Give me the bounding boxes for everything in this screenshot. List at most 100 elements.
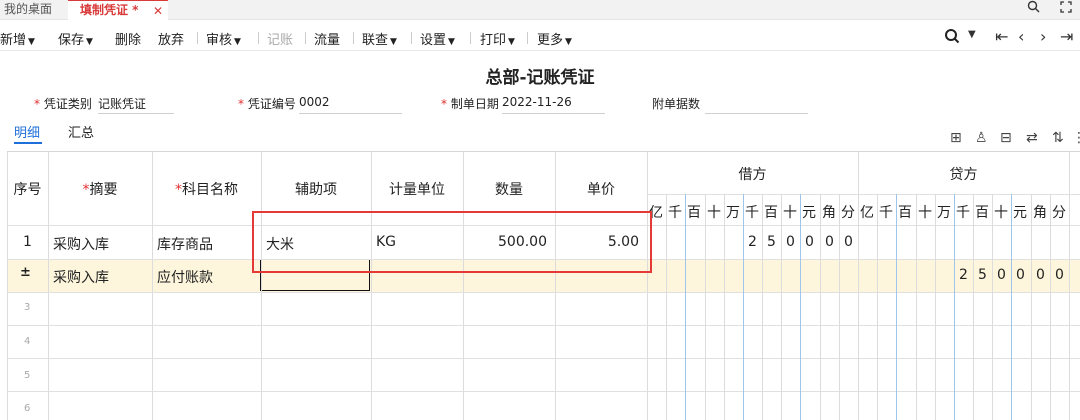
voucher-title: 总部-记账凭证: [485, 68, 595, 88]
row2-account[interactable]: 应付账款: [157, 267, 213, 287]
row1-debit-digit: 0: [786, 234, 795, 250]
more-label: 更多: [537, 33, 564, 48]
tab-detail[interactable]: 明细: [14, 122, 40, 141]
row2-insert-icon[interactable]: ±: [20, 265, 31, 280]
layout-icon[interactable]: ⊟: [1000, 130, 1012, 146]
more-icon[interactable]: ⋮: [1072, 130, 1080, 146]
credit-digit-unit: 百: [975, 205, 989, 221]
post-button[interactable]: 记账: [267, 29, 293, 48]
add-button[interactable]: 新增 ▼: [0, 29, 35, 48]
divider: [305, 32, 306, 44]
row3-seq: 3: [24, 302, 31, 313]
chevron-down-icon: ▼: [390, 37, 397, 47]
date-label: * 制单日期: [441, 97, 499, 111]
next-page-icon[interactable]: ›: [1040, 27, 1046, 46]
grid-column-line: [647, 152, 648, 420]
prev-page-icon[interactable]: ‹: [1018, 27, 1024, 46]
print-button[interactable]: 打印 ▼: [480, 29, 515, 48]
category-select[interactable]: 记账凭证: [98, 95, 174, 114]
window-icons: [1011, 0, 1072, 17]
flow-button[interactable]: 流量: [314, 29, 340, 48]
transfer-icon[interactable]: ⇄: [1026, 130, 1038, 146]
insert-row-icon[interactable]: ⊞: [950, 130, 962, 146]
credit-digit-unit: 万: [937, 205, 951, 221]
col-account: *科目名称: [175, 182, 238, 198]
query-button[interactable]: 联查 ▼: [362, 29, 397, 48]
category-label: * 凭证类别: [34, 97, 92, 111]
tab-strip: 我的桌面 填制凭证 * ✕: [0, 0, 1080, 21]
col-aux: 辅助项: [295, 182, 337, 198]
credit-digit-unit: 十: [918, 205, 932, 221]
tab-summary[interactable]: 汇总: [68, 122, 94, 141]
digit-divider: [839, 194, 840, 420]
digit-divider: [877, 194, 878, 420]
user-icon[interactable]: ♙: [975, 130, 988, 146]
row1-account[interactable]: 库存商品: [157, 234, 213, 254]
more-button[interactable]: 更多 ▼: [537, 29, 572, 48]
last-page-icon[interactable]: ⇥: [1060, 27, 1073, 46]
credit-digit-unit: 亿: [860, 205, 874, 221]
row1-debit-digit: 5: [767, 234, 776, 250]
row1-summary[interactable]: 采购入库: [53, 234, 109, 254]
col-summary: *摘要: [82, 182, 118, 198]
settings-button[interactable]: 设置 ▼: [420, 29, 455, 48]
divider: [470, 32, 471, 44]
tab-my-desktop[interactable]: 我的桌面: [4, 0, 52, 19]
attachments-field[interactable]: [705, 95, 808, 114]
col-account-label: 科目名称: [182, 182, 238, 198]
grid-column-line: [1069, 152, 1070, 420]
row6-seq: 6: [24, 403, 31, 414]
grid-row-line: [7, 391, 1080, 392]
row5-seq: 5: [24, 370, 31, 381]
digit-divider: [935, 194, 936, 420]
debit-digit-unit: 百: [687, 205, 701, 221]
chevron-down-icon: ▼: [28, 37, 35, 47]
save-button[interactable]: 保存 ▼: [58, 29, 93, 48]
digit-divider: [820, 194, 821, 420]
chevron-down-icon[interactable]: ▼: [968, 29, 976, 40]
digit-divider: [954, 194, 955, 420]
col-qty: 数量: [495, 182, 523, 198]
credit-digit-unit: 角: [1033, 205, 1047, 221]
discard-button[interactable]: 放弃: [158, 29, 184, 48]
close-icon[interactable]: ✕: [153, 2, 163, 20]
grid-row-line: [7, 292, 1080, 293]
attachments-label: 附单据数: [652, 97, 701, 111]
row1-seq: 1: [23, 234, 32, 250]
fullscreen-icon[interactable]: [1060, 1, 1072, 17]
digit-divider: [705, 194, 706, 420]
first-page-icon[interactable]: ⇤: [995, 27, 1008, 46]
tab-fill-voucher[interactable]: 填制凭证 * ✕: [68, 0, 168, 21]
search-voucher-icon[interactable]: [944, 28, 960, 48]
digit-divider: [1011, 194, 1012, 420]
search-icon[interactable]: [1027, 0, 1040, 17]
delete-button[interactable]: 删除: [115, 29, 141, 48]
query-label: 联查: [362, 33, 389, 48]
split-icon[interactable]: ⇅: [1052, 130, 1064, 146]
grid-row-line: [7, 325, 1080, 326]
row4-seq: 4: [24, 336, 31, 347]
col-unit: 计量单位: [389, 182, 445, 198]
credit-digit-unit: 十: [994, 205, 1008, 221]
chevron-down-icon: ▼: [234, 37, 241, 47]
row2-credit-digit: 5: [978, 267, 987, 283]
number-field[interactable]: 0002: [299, 95, 402, 114]
grid-row-line: [647, 194, 1080, 195]
highlight-annotation-box: [252, 211, 652, 273]
debit-digit-unit: 十: [783, 205, 797, 221]
digit-divider: [762, 194, 763, 420]
debit-digit-unit: 十: [707, 205, 721, 221]
row1-debit-digit: 0: [844, 234, 853, 250]
add-label: 新增: [0, 33, 27, 48]
date-field[interactable]: 2022-11-26: [502, 95, 605, 114]
row2-credit-digit: 2: [959, 267, 968, 283]
digit-divider: [973, 194, 974, 420]
divider: [258, 32, 259, 44]
grid-column-line: [48, 152, 49, 420]
voucher-grid: 序号 *摘要 *科目名称 辅助项 计量单位 数量 单价 借方 贷方 1 采购入库…: [7, 151, 1080, 420]
digit-divider: [666, 194, 667, 420]
row2-summary[interactable]: 采购入库: [53, 267, 109, 287]
divider: [411, 32, 412, 44]
review-button[interactable]: 审核 ▼: [206, 29, 241, 48]
grid-column-line: [261, 152, 262, 420]
